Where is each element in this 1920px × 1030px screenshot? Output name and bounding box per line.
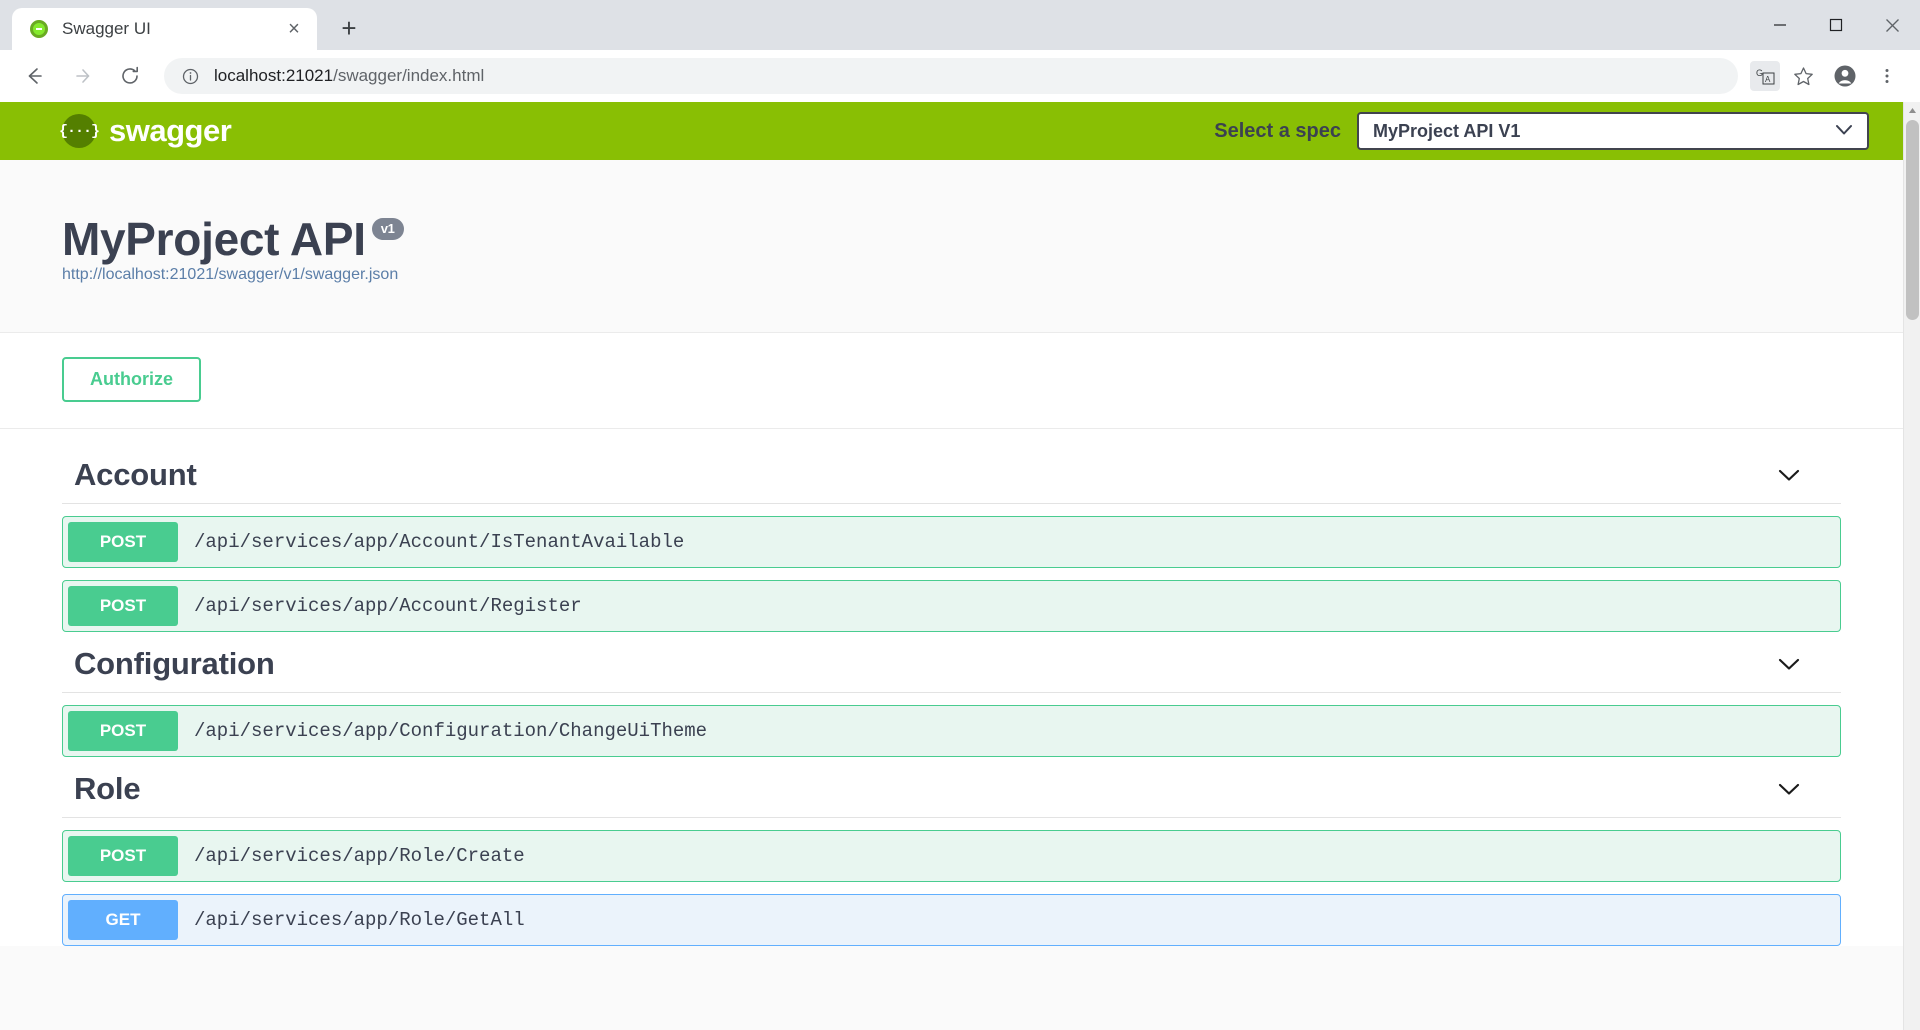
http-method-badge: POST xyxy=(68,836,178,876)
http-method-badge: POST xyxy=(68,711,178,751)
chevron-down-icon[interactable] xyxy=(1777,782,1801,797)
authorization-block: Authorize xyxy=(0,333,1903,429)
tag-name: Account xyxy=(74,457,197,492)
swagger-json-link[interactable]: http://localhost:21021/swagger/v1/swagge… xyxy=(62,266,398,283)
chevron-down-icon xyxy=(1835,123,1853,139)
svg-text:A: A xyxy=(1765,75,1771,84)
minimize-icon[interactable] xyxy=(1752,0,1808,50)
window-controls xyxy=(1752,0,1920,50)
tag-header-account[interactable]: Account xyxy=(62,447,1841,504)
operations-list: Account POST /api/services/app/Account/I… xyxy=(0,429,1903,946)
back-icon[interactable] xyxy=(14,56,54,96)
authorize-button[interactable]: Authorize xyxy=(62,357,201,402)
http-method-badge: POST xyxy=(68,522,178,562)
close-tab-icon[interactable]: × xyxy=(281,16,307,42)
swagger-page: {···} swagger Select a spec MyProject AP… xyxy=(0,102,1903,1030)
swagger-topbar: {···} swagger Select a spec MyProject AP… xyxy=(0,102,1903,160)
tag-name: Role xyxy=(74,771,141,806)
address-bar[interactable]: localhost:21021/swagger/index.html xyxy=(164,58,1738,94)
operation-path: /api/services/app/Account/IsTenantAvaila… xyxy=(194,531,685,553)
browser-toolbar: localhost:21021/swagger/index.html GA xyxy=(0,50,1920,102)
operation-row[interactable]: POST /api/services/app/Role/Create xyxy=(62,830,1841,882)
operation-row[interactable]: POST /api/services/app/Configuration/Cha… xyxy=(62,705,1841,757)
address-bar-url: localhost:21021/swagger/index.html xyxy=(214,66,484,86)
http-method-badge: POST xyxy=(68,586,178,626)
tab-title: Swagger UI xyxy=(62,19,151,38)
tag-header-role[interactable]: Role xyxy=(62,761,1841,818)
swagger-logo-icon: {···} xyxy=(59,114,100,148)
chevron-down-icon[interactable] xyxy=(1777,657,1801,672)
browser-tab-swagger-ui[interactable]: Swagger UI × xyxy=(12,8,317,50)
http-method-badge: GET xyxy=(68,900,178,940)
page-viewport: {···} swagger Select a spec MyProject AP… xyxy=(0,102,1920,1030)
api-title-text: MyProject API xyxy=(62,213,366,265)
page-scrollbar[interactable] xyxy=(1903,102,1920,1030)
swagger-logo[interactable]: {···} swagger xyxy=(59,113,232,149)
url-path: /swagger/index.html xyxy=(333,66,485,85)
maximize-icon[interactable] xyxy=(1808,0,1864,50)
swagger-favicon-icon xyxy=(30,20,48,38)
scroll-up-icon[interactable] xyxy=(1904,102,1920,119)
operation-row[interactable]: POST /api/services/app/Account/IsTenantA… xyxy=(62,516,1841,568)
forward-icon[interactable] xyxy=(62,56,102,96)
chevron-down-icon[interactable] xyxy=(1777,468,1801,483)
operation-path: /api/services/app/Account/Register xyxy=(194,595,582,617)
profile-avatar-icon[interactable] xyxy=(1826,57,1864,95)
spec-select-dropdown[interactable]: MyProject API V1 xyxy=(1357,112,1869,150)
site-info-icon[interactable] xyxy=(180,66,200,86)
api-info-block: MyProject API v1 http://localhost:21021/… xyxy=(0,160,1903,333)
operation-row[interactable]: GET /api/services/app/Role/GetAll xyxy=(62,894,1841,946)
operation-path: /api/services/app/Role/GetAll xyxy=(194,909,525,931)
browser-menu-icon[interactable] xyxy=(1868,57,1906,95)
tab-strip: Swagger UI × + xyxy=(0,0,1920,50)
operation-path: /api/services/app/Role/Create xyxy=(194,845,525,867)
toolbar-icons: GA xyxy=(1746,57,1906,95)
new-tab-icon[interactable]: + xyxy=(331,10,367,46)
swagger-logo-text: swagger xyxy=(109,113,232,148)
select-spec-label: Select a spec xyxy=(1214,119,1341,142)
tag-header-configuration[interactable]: Configuration xyxy=(62,636,1841,693)
close-window-icon[interactable] xyxy=(1864,0,1920,50)
translate-icon[interactable]: GA xyxy=(1750,61,1780,91)
spec-select-value: MyProject API V1 xyxy=(1373,120,1521,141)
operation-row[interactable]: POST /api/services/app/Account/Register xyxy=(62,580,1841,632)
url-host: localhost:21021 xyxy=(214,66,334,85)
tag-name: Configuration xyxy=(74,646,275,681)
spec-selector-group: Select a spec MyProject API V1 xyxy=(1214,112,1869,150)
scrollbar-thumb[interactable] xyxy=(1906,120,1919,320)
svg-text:G: G xyxy=(1756,68,1763,78)
browser-window: Swagger UI × + localhost:21021/swagger/i… xyxy=(0,0,1920,1030)
operation-path: /api/services/app/Configuration/ChangeUi… xyxy=(194,720,708,742)
bookmark-star-icon[interactable] xyxy=(1784,57,1822,95)
page-title: MyProject API v1 xyxy=(62,212,1841,266)
tag-section-role: Role POST /api/services/app/Role/Create … xyxy=(62,761,1841,946)
tag-section-account: Account POST /api/services/app/Account/I… xyxy=(62,447,1841,632)
api-version-badge: v1 xyxy=(371,218,404,240)
reload-icon[interactable] xyxy=(110,56,150,96)
tag-section-configuration: Configuration POST /api/services/app/Con… xyxy=(62,636,1841,757)
